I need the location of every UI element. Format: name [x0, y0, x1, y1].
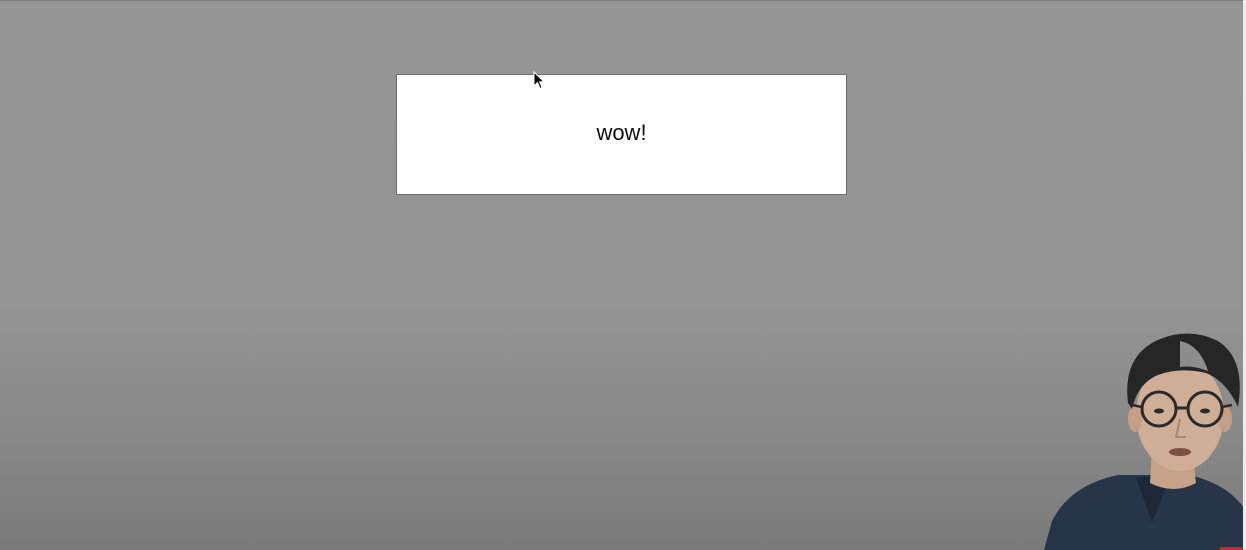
presenter-webcam-overlay — [1044, 333, 1246, 550]
message-box: wow! — [396, 74, 847, 195]
message-text: wow! — [596, 119, 647, 145]
screen-top-edge — [0, 0, 1246, 1]
mouse-pointer-icon — [533, 71, 545, 90]
